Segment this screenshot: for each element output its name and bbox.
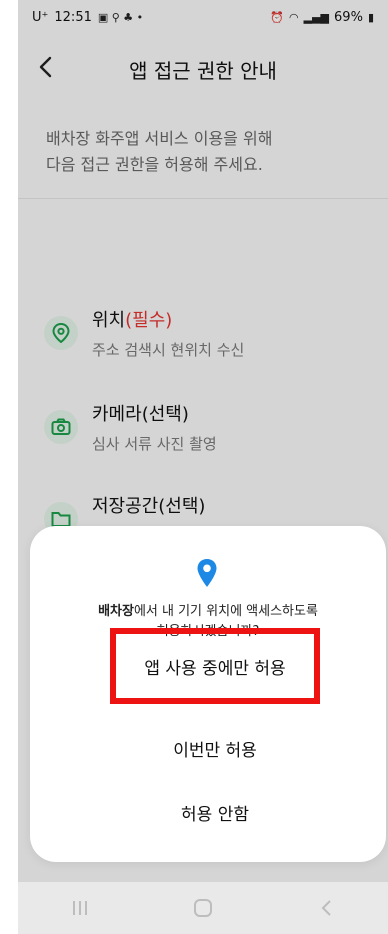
allow-while-using-button[interactable]: 앱 사용 중에만 허용: [110, 628, 320, 704]
home-icon: [193, 899, 212, 917]
deny-button[interactable]: 허용 안함: [110, 788, 320, 836]
back-nav-icon: [321, 900, 332, 916]
recent-apps-button[interactable]: [60, 893, 100, 923]
dialog-message-line-1: 배차장에서 내 기기 위치에 액세스하도록: [50, 602, 366, 622]
recent-apps-icon: [72, 901, 87, 915]
phone-screen: U⁺ 12:51 ▣ ⚲ ♣ • ⏰ ◠ ▂▄▆ 69% ▮ 앱 접근 권한 안…: [18, 0, 388, 934]
dialog-message-text: 에서 내 기기 위치에 액세스하도록: [133, 604, 318, 619]
allow-only-once-button[interactable]: 이번만 허용: [110, 724, 320, 772]
home-button[interactable]: [183, 893, 223, 923]
back-nav-button[interactable]: [306, 893, 346, 923]
location-pin-icon: [197, 559, 217, 587]
permission-dialog: 배차장에서 내 기기 위치에 액세스하도록 허용하시겠습니까? 앱 사용 중에만…: [30, 526, 386, 862]
app-name: 배차장: [98, 604, 134, 619]
navigation-bar: [18, 882, 388, 934]
